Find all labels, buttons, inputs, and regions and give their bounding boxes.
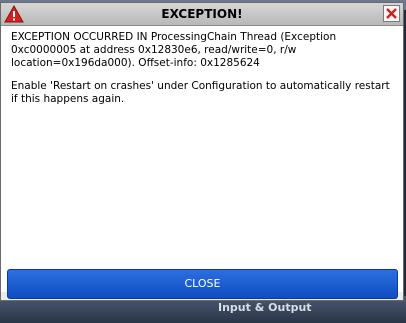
close-icon[interactable]	[383, 5, 400, 22]
restart-hint: Enable 'Restart on crashes' under Config…	[11, 80, 390, 105]
close-button[interactable]: CLOSE	[7, 269, 398, 299]
dialog-title: EXCEPTION!	[161, 7, 243, 21]
dialog-content: EXCEPTION OCCURRED IN ProcessingChain Th…	[1, 26, 403, 292]
dialog-message: EXCEPTION OCCURRED IN ProcessingChain Th…	[11, 31, 395, 116]
background-panel-label: Input & Output	[218, 301, 312, 314]
exception-message: EXCEPTION OCCURRED IN ProcessingChain Th…	[11, 31, 337, 69]
exception-dialog: EXCEPTION! EXCEPTION OCCURRED IN Process…	[0, 2, 404, 301]
dialog-titlebar: EXCEPTION!	[1, 3, 403, 26]
